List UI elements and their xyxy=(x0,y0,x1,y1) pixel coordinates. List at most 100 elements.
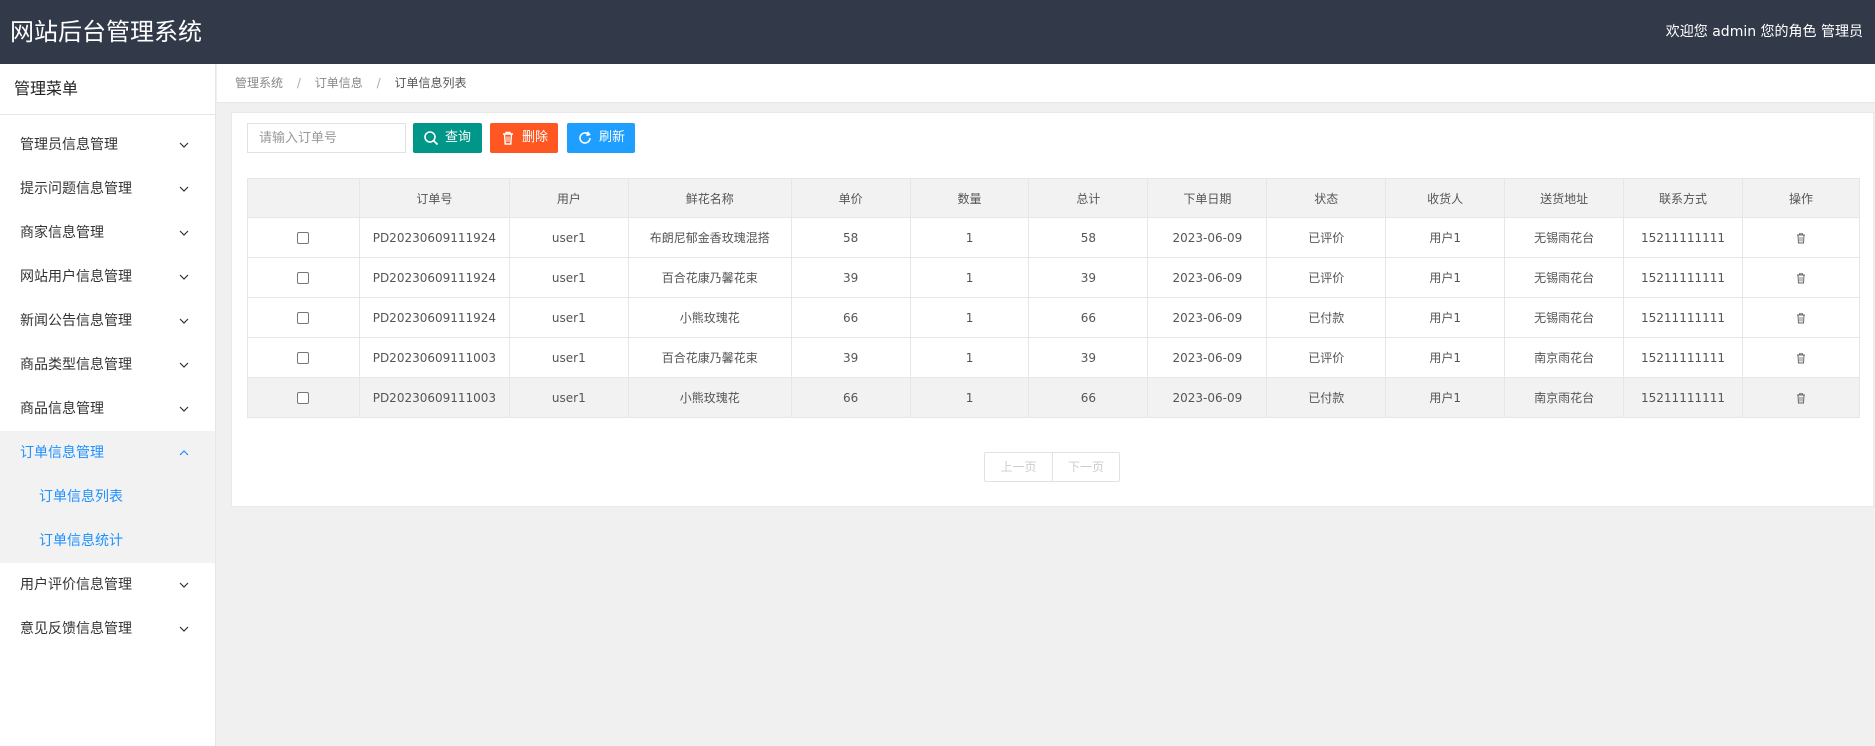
chevron-down-icon xyxy=(179,362,189,368)
prev-page-button[interactable]: 上一页 xyxy=(985,453,1052,481)
sidebar-item-label: 意见反馈信息管理 xyxy=(20,621,132,637)
receiver-cell: 用户1 xyxy=(1385,297,1506,338)
breadcrumb-orders[interactable]: 订单信息 xyxy=(315,76,363,90)
sidebar-subitem-order-stats[interactable]: 订单信息统计 xyxy=(0,519,215,563)
sidebar-item-product-types[interactable]: 商品类型信息管理 xyxy=(0,343,215,387)
contact-cell: 15211111111 xyxy=(1623,377,1743,418)
sidebar-item-products[interactable]: 商品信息管理 xyxy=(0,387,215,431)
receiver-cell: 用户1 xyxy=(1385,377,1506,418)
unit-price-cell: 39 xyxy=(790,337,911,378)
sidebar-item-site-users[interactable]: 网站用户信息管理 xyxy=(0,255,215,299)
delete-row-icon[interactable] xyxy=(1795,392,1807,404)
delete-row-icon[interactable] xyxy=(1795,272,1807,284)
delete-row-icon[interactable] xyxy=(1795,352,1807,364)
address-cell: 无锡雨花台 xyxy=(1504,297,1625,338)
flower-name-cell: 布朗尼郁金香玫瑰混搭 xyxy=(627,217,792,258)
status-cell: 已付款 xyxy=(1266,377,1387,418)
sidebar-item-merchants[interactable]: 商家信息管理 xyxy=(0,211,215,255)
user-cell: user1 xyxy=(508,297,629,338)
row-checkbox[interactable] xyxy=(297,272,310,284)
chevron-down-icon xyxy=(179,230,189,236)
row-select-cell xyxy=(247,257,360,298)
breadcrumb-home[interactable]: 管理系统 xyxy=(235,76,283,90)
actions-cell xyxy=(1742,257,1860,298)
quantity-cell: 1 xyxy=(909,257,1030,298)
order-search-input[interactable] xyxy=(247,123,406,153)
sidebar-item-admin[interactable]: 管理员信息管理 xyxy=(0,123,215,167)
table-row: PD20230609111003 user1 小熊玫瑰花 66 1 66 202… xyxy=(247,377,1860,418)
sidebar-item-questions[interactable]: 提示问题信息管理 xyxy=(0,167,215,211)
row-checkbox[interactable] xyxy=(297,312,310,324)
quantity-cell: 1 xyxy=(909,377,1030,418)
next-page-button[interactable]: 下一页 xyxy=(1052,453,1119,481)
query-button[interactable]: 查询 xyxy=(413,123,482,153)
order-date-cell: 2023-06-09 xyxy=(1147,257,1268,298)
total-cell: 66 xyxy=(1028,297,1149,338)
chevron-down-icon xyxy=(179,582,189,588)
chevron-down-icon xyxy=(179,142,189,148)
delete-button[interactable]: 删除 xyxy=(490,123,558,153)
sidebar-menu: 管理员信息管理 提示问题信息管理 商家信息管理 网站用户信息管理 新闻公告信息管… xyxy=(0,115,215,651)
column-header-actions: 操作 xyxy=(1742,178,1860,218)
row-checkbox[interactable] xyxy=(297,352,310,364)
column-header-order-no: 订单号 xyxy=(358,178,510,218)
sidebar-item-news[interactable]: 新闻公告信息管理 xyxy=(0,299,215,343)
sidebar-item-label: 商品信息管理 xyxy=(20,401,104,417)
sidebar-subitem-order-list[interactable]: 订单信息列表 xyxy=(0,475,215,519)
order-no-cell: PD20230609111924 xyxy=(358,257,510,298)
address-cell: 南京雨花台 xyxy=(1504,377,1625,418)
total-cell: 66 xyxy=(1028,377,1149,418)
unit-price-cell: 66 xyxy=(790,297,911,338)
row-select-cell xyxy=(247,377,360,418)
receiver-cell: 用户1 xyxy=(1385,337,1506,378)
contact-cell: 15211111111 xyxy=(1623,257,1743,298)
column-header-select xyxy=(247,178,360,218)
row-select-cell xyxy=(247,297,360,338)
receiver-cell: 用户1 xyxy=(1385,257,1506,298)
actions-cell xyxy=(1742,217,1860,258)
delete-row-icon[interactable] xyxy=(1795,312,1807,324)
search-icon xyxy=(424,131,439,146)
table-row: PD20230609111924 user1 布朗尼郁金香玫瑰混搭 58 1 5… xyxy=(247,217,1860,258)
actions-cell xyxy=(1742,337,1860,378)
table-row: PD20230609111924 user1 小熊玫瑰花 66 1 66 202… xyxy=(247,297,1860,338)
sidebar-item-label: 提示问题信息管理 xyxy=(20,181,132,197)
chevron-down-icon xyxy=(179,406,189,412)
column-header-quantity: 数量 xyxy=(909,178,1030,218)
trash-icon xyxy=(503,131,513,145)
row-select-cell xyxy=(247,217,360,258)
welcome-text: 欢迎您 admin 您的角色 管理员 xyxy=(1665,24,1863,40)
status-cell: 已评价 xyxy=(1266,337,1387,378)
order-date-cell: 2023-06-09 xyxy=(1147,217,1268,258)
row-checkbox[interactable] xyxy=(297,232,310,244)
quantity-cell: 1 xyxy=(909,297,1030,338)
chevron-down-icon xyxy=(179,186,189,192)
table-row: PD20230609111003 user1 百合花康乃馨花束 39 1 39 … xyxy=(247,337,1860,378)
unit-price-cell: 66 xyxy=(790,377,911,418)
address-cell: 无锡雨花台 xyxy=(1504,217,1625,258)
refresh-button-label: 刷新 xyxy=(599,130,626,145)
breadcrumb: 管理系统 / 订单信息 / 订单信息列表 xyxy=(217,64,1875,103)
sidebar: 管理菜单 管理员信息管理 提示问题信息管理 商家信息管理 网站用户信息管理 新闻… xyxy=(0,64,216,746)
actions-cell xyxy=(1742,377,1860,418)
sidebar-item-orders[interactable]: 订单信息管理 xyxy=(0,431,215,475)
user-cell: user1 xyxy=(508,217,629,258)
sidebar-item-label: 订单信息管理 xyxy=(20,445,104,461)
column-header-receiver: 收货人 xyxy=(1385,178,1506,218)
delete-row-icon[interactable] xyxy=(1795,232,1807,244)
flower-name-cell: 百合花康乃馨花束 xyxy=(627,337,792,378)
sidebar-item-feedback[interactable]: 意见反馈信息管理 xyxy=(0,607,215,651)
chevron-down-icon xyxy=(179,274,189,280)
order-no-cell: PD20230609111924 xyxy=(358,297,510,338)
column-header-flower-name: 鲜花名称 xyxy=(627,178,792,218)
refresh-button[interactable]: 刷新 xyxy=(567,123,635,153)
sidebar-item-label: 网站用户信息管理 xyxy=(20,269,132,285)
sidebar-item-label: 管理员信息管理 xyxy=(20,137,118,153)
sidebar-item-reviews[interactable]: 用户评价信息管理 xyxy=(0,563,215,607)
sidebar-title: 管理菜单 xyxy=(0,64,215,115)
pagination: 上一页 下一页 xyxy=(984,452,1120,482)
order-date-cell: 2023-06-09 xyxy=(1147,337,1268,378)
breadcrumb-current: 订单信息列表 xyxy=(394,76,467,90)
row-checkbox[interactable] xyxy=(297,392,310,404)
address-cell: 无锡雨花台 xyxy=(1504,257,1625,298)
